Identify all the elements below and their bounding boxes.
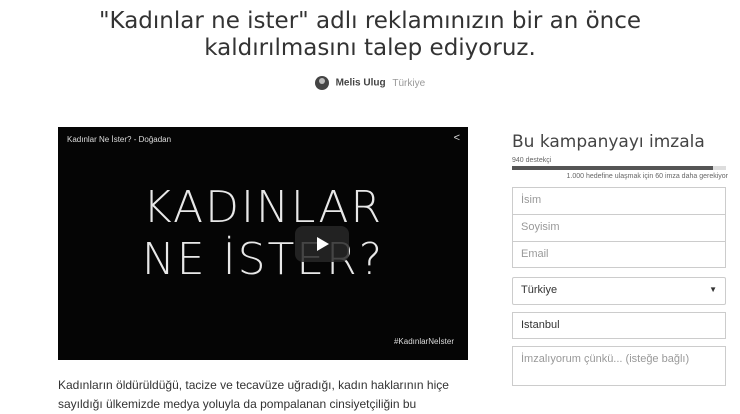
country-select[interactable]: Türkiye ▼	[512, 277, 726, 305]
thumbnail-line-1: KADINLAR	[142, 182, 384, 233]
share-icon[interactable]: <	[454, 132, 460, 144]
reason-field[interactable]: İmzalıyorum çünkü... (isteğe bağlı)	[512, 346, 726, 386]
first-name-field[interactable]: İsim	[512, 187, 726, 214]
petition-title: "Kadınlar ne ister" adlı reklamınızın bi…	[98, 8, 642, 61]
sign-heading: Bu kampanyayı imzala	[512, 132, 705, 152]
video-player[interactable]: Kadınlar Ne İster? - Doğadan < KADINLAR …	[58, 127, 468, 360]
name-fields: İsim Soyisim Email	[512, 187, 728, 268]
signature-progress-bar	[512, 166, 726, 170]
author-name[interactable]: Melis Ulug	[336, 78, 386, 89]
author-country: Türkiye	[392, 77, 426, 89]
play-icon[interactable]	[295, 226, 349, 262]
supporter-count: 940 destekçi	[512, 157, 552, 164]
petition-description: Kadınların öldürüldüğü, tacize ve tecavü…	[58, 378, 449, 411]
last-name-field[interactable]: Soyisim	[512, 214, 726, 241]
video-thumbnail-text: KADINLAR NE İSTER?	[58, 182, 468, 286]
email-field[interactable]: Email	[512, 241, 726, 268]
goal-text: 1.000 hedefine ulaşmak için 60 imza daha…	[566, 173, 729, 180]
chevron-down-icon: ▼	[709, 285, 717, 294]
city-field[interactable]: Istanbul	[512, 312, 726, 339]
country-select-value: Türkiye	[521, 284, 558, 296]
video-hashtag: #KadınlarNeİster	[393, 337, 454, 346]
progress-fill	[512, 166, 714, 170]
author-line: Melis Ulug Türkiye	[0, 76, 740, 90]
sign-panel: Bu kampanyayı imzala 940 destekçi 1.000 …	[512, 132, 728, 386]
thumbnail-line-2: NE İSTER?	[141, 234, 385, 285]
video-title[interactable]: Kadınlar Ne İster? - Doğadan	[67, 135, 171, 144]
avatar[interactable]	[314, 76, 329, 90]
